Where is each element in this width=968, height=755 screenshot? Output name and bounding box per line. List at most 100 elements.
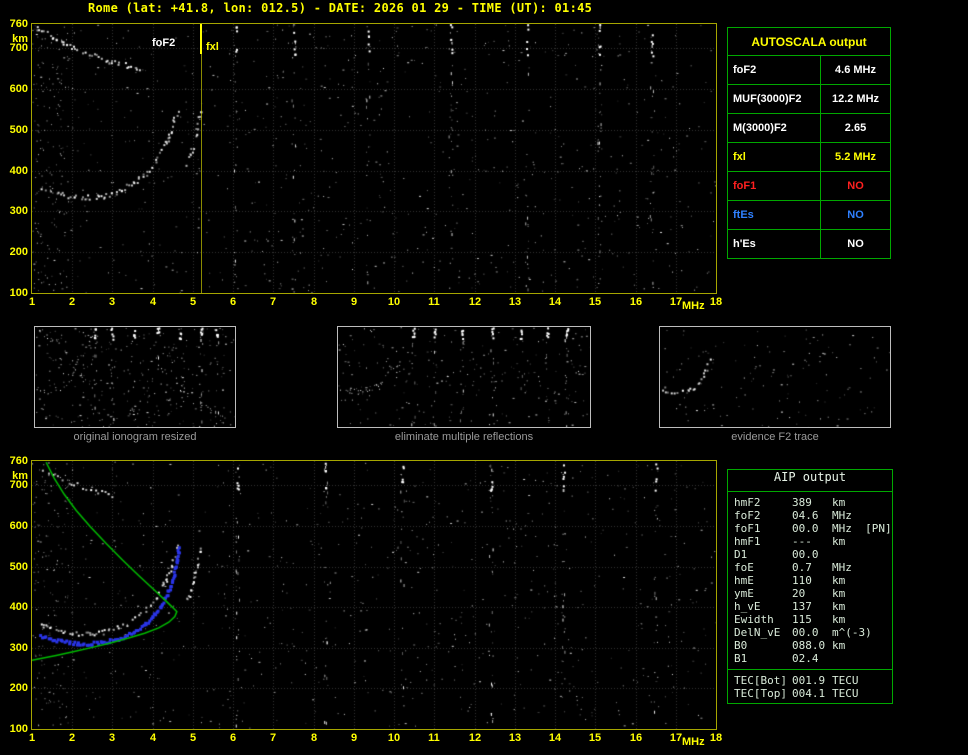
autoscala-param-label: h'Es <box>727 229 821 259</box>
autoscala-param-label: M(3000)F2 <box>727 113 821 143</box>
main-x-tick-14: 14 <box>548 296 562 308</box>
aip-tec-section: TEC[Bot] 001.9 TECU TEC[Top] 004.1 TECU <box>728 669 892 703</box>
aip-param-unit: MHz <box>832 509 852 522</box>
autoscala-row-MUF(3000)F2: MUF(3000)F2 12.2 MHz <box>727 84 891 114</box>
main-x-tick-12: 12 <box>468 296 482 308</box>
aip-param-name: Ewidth <box>734 613 774 626</box>
fxl-label: fxl <box>206 41 219 53</box>
main-y-tick-400: 400 <box>9 165 28 177</box>
autoscala-window: Rome (lat: +41.8, lon: 012.5) - DATE: 20… <box>0 0 968 755</box>
autoscala-row-h'Es: h'Es NO <box>727 229 891 259</box>
aip-row-ymE: ymE 20 km <box>728 587 892 600</box>
autoscala-table-title: AUTOSCALA output <box>727 27 891 56</box>
caption-original-ionogram: original ionogram resized <box>73 431 197 443</box>
ionogram-profile-canvas <box>32 461 716 729</box>
main-x-tick-2: 2 <box>68 296 76 308</box>
thumbnail-evidence-canvas <box>660 327 890 427</box>
caption-eliminate-reflections: eliminate multiple reflections <box>394 431 534 443</box>
aip-row-TEC[Top]: TEC[Top] 004.1 TECU <box>728 687 892 700</box>
aip-param-unit: km <box>832 639 846 652</box>
aip-param-name: hmE <box>734 574 754 587</box>
thumbnail-original-ionogram <box>34 326 236 428</box>
bottom-x-tick-7: 7 <box>269 732 277 744</box>
aip-param-value: 001.9 <box>792 674 826 687</box>
aip-row-DelN_vE: DelN_vE 00.0 m^(-3) <box>728 626 892 639</box>
bottom-y-tick-500: 500 <box>9 561 28 573</box>
main-x-tick-10: 10 <box>387 296 401 308</box>
aip-parameter-list: hmF2 389 km foF2 04.6 MHz foF1 00.0 MHz [PN] hmF1… <box>728 492 892 669</box>
aip-param-value: 00.0 <box>792 626 819 639</box>
bottom-y-tick-400: 400 <box>9 601 28 613</box>
bottom-x-tick-5: 5 <box>189 732 197 744</box>
main-y-tick-300: 300 <box>9 205 28 217</box>
autoscala-param-label: foF1 <box>727 171 821 201</box>
autoscala-param-label: fxl <box>727 142 821 172</box>
aip-param-value: 20 <box>792 587 806 600</box>
aip-row-hmE: hmE 110 km <box>728 574 892 587</box>
bottom-x-tick-11: 11 <box>428 732 440 744</box>
thumbnail-original-canvas <box>35 327 235 427</box>
aip-param-value: 00.0 <box>792 548 819 561</box>
aip-row-hmF1: hmF1 --- km <box>728 535 892 548</box>
bottom-x-tick-2: 2 <box>68 732 76 744</box>
aip-param-unit: km <box>832 587 846 600</box>
main-x-tick-4: 4 <box>149 296 157 308</box>
autoscala-param-label: foF2 <box>727 55 821 85</box>
aip-row-foE: foE 0.7 MHz <box>728 561 892 574</box>
bottom-x-tick-14: 14 <box>548 732 562 744</box>
bottom-x-axis-unit-label: MHz <box>682 736 705 748</box>
main-x-axis-unit-label: MHz <box>682 300 705 312</box>
autoscala-param-value: NO <box>820 200 891 230</box>
aip-param-name: foF1 <box>734 522 761 535</box>
autoscala-param-value: NO <box>820 171 891 201</box>
aip-param-name: D1 <box>734 548 748 561</box>
fxl-marker-line-top <box>200 24 202 54</box>
aip-param-name: B1 <box>734 652 748 665</box>
autoscala-row-foF1: foF1 NO <box>727 171 891 201</box>
autoscala-row-foF2: foF2 4.6 MHz <box>727 55 891 85</box>
aip-param-value: 389 <box>792 496 812 509</box>
bottom-x-tick-16: 16 <box>629 732 643 744</box>
aip-param-name: ymE <box>734 587 754 600</box>
ionogram-profile-plot <box>31 460 717 730</box>
aip-param-value: 137 <box>792 600 812 613</box>
aip-param-value: 00.0 <box>792 522 819 535</box>
aip-row-h_vE: h_vE 137 km <box>728 600 892 613</box>
autoscala-table-header-row: AUTOSCALA output <box>727 27 891 56</box>
main-x-tick-9: 9 <box>350 296 358 308</box>
aip-param-name: TEC[Top] <box>734 687 787 700</box>
bottom-y-tick-760: 760 <box>9 455 28 467</box>
autoscala-row-fxl: fxl 5.2 MHz <box>727 142 891 172</box>
main-x-tick-5: 5 <box>189 296 197 308</box>
autoscala-output-table: AUTOSCALA output foF2 4.6 MHz MUF(3000)F2 1… <box>727 27 891 259</box>
aip-param-value: 0.7 <box>792 561 812 574</box>
aip-param-name: hmF1 <box>734 535 761 548</box>
autoscala-param-value: NO <box>820 229 891 259</box>
bottom-x-tick-10: 10 <box>387 732 401 744</box>
aip-row-TEC[Bot]: TEC[Bot] 001.9 TECU <box>728 674 892 687</box>
bottom-y-tick-200: 200 <box>9 682 28 694</box>
aip-param-value: 004.1 <box>792 687 826 700</box>
bottom-y-tick-600: 600 <box>9 520 28 532</box>
aip-param-value: --- <box>792 535 812 548</box>
aip-param-value: 02.4 <box>792 652 819 665</box>
main-x-tick-6: 6 <box>229 296 237 308</box>
main-x-tick-18: 18 <box>709 296 723 308</box>
aip-param-name: foF2 <box>734 509 761 522</box>
aip-panel-title: AIP output <box>728 470 892 492</box>
aip-param-value: 110 <box>792 574 812 587</box>
main-x-tick-1: 1 <box>28 296 36 308</box>
aip-param-value: 088.0 <box>792 639 826 652</box>
aip-param-unit: MHz <box>832 561 852 574</box>
aip-param-value: 04.6 <box>792 509 819 522</box>
ionogram-main-canvas <box>32 24 716 293</box>
main-x-tick-7: 7 <box>269 296 277 308</box>
aip-row-Ewidth: Ewidth 115 km <box>728 613 892 626</box>
caption-evidence-f2: evidence F2 trace <box>731 431 819 443</box>
foF2-label: foF2 <box>152 37 176 49</box>
main-y-tick-760: 760 <box>9 18 28 30</box>
autoscala-param-value: 5.2 MHz <box>820 142 891 172</box>
aip-param-name: B0 <box>734 639 748 652</box>
main-y-tick-500: 500 <box>9 124 28 136</box>
fxl-marker-line <box>201 24 202 293</box>
